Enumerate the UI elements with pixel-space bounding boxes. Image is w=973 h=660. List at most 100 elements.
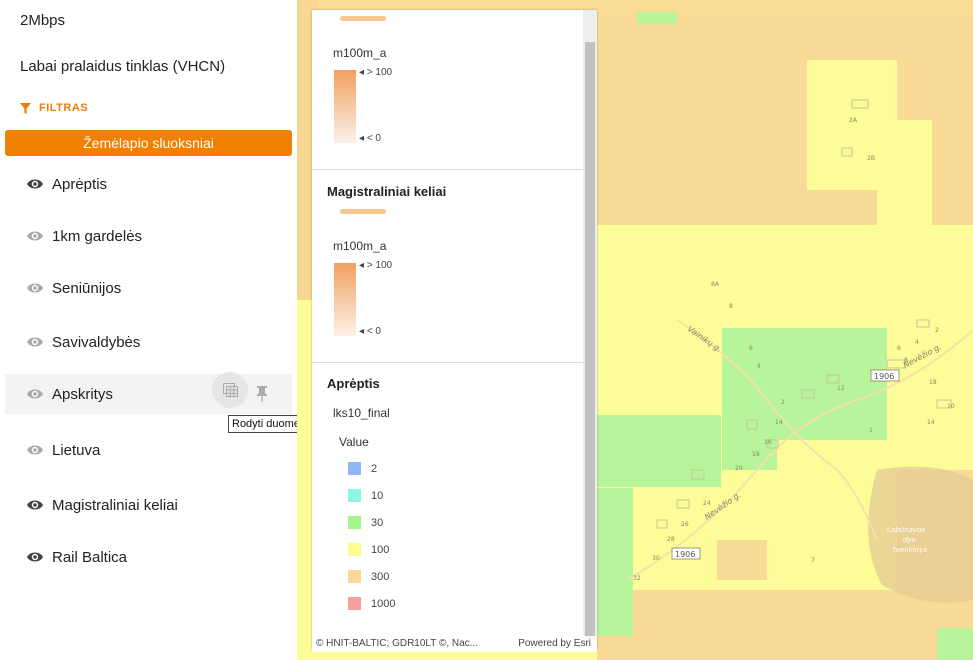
filter-toggle[interactable]: FILTRAS [20, 102, 88, 114]
house-number-label: 16 [764, 439, 772, 446]
eye-hidden-icon[interactable] [26, 444, 44, 456]
legend-value-label: Value [339, 435, 369, 449]
house-number-label: 18 [929, 379, 937, 386]
legend-min-value: < 0 [366, 133, 381, 144]
legend-scrollbar[interactable] [583, 10, 597, 650]
attribution-text[interactable]: © HNIT-BALTIC; GDR10LT ©, Nac... [316, 638, 478, 649]
layer-label: Rail Baltica [52, 548, 128, 566]
house-number-label: 4 [757, 363, 761, 370]
layer-row-seniunijos[interactable]: Seniūnijos [5, 268, 292, 308]
layer-row-rail-baltica[interactable]: Rail Baltica [5, 537, 292, 577]
layer-label: Apskritys [52, 385, 113, 403]
layer-label: Magistraliniai keliai [52, 496, 178, 514]
legend-section-title: Aprėptis [327, 376, 380, 391]
legend-swatch-label: 2 [371, 463, 378, 475]
house-number-label: 10 [947, 403, 955, 410]
house-number-label: 1 [869, 427, 873, 434]
eye-hidden-icon[interactable] [26, 336, 44, 348]
legend-swatch [348, 570, 361, 583]
speed-item-2mbps[interactable]: 2Mbps [20, 12, 65, 29]
scrollbar-thumb[interactable] [585, 42, 595, 642]
house-number-label: 14 [775, 419, 783, 426]
pond [868, 466, 973, 603]
house-number-label: 24 [703, 500, 711, 507]
legend-max-label: ◂ > 100 [359, 260, 393, 271]
layer-row-1km-gardeles[interactable]: 1km gardelės [5, 216, 292, 256]
legend-max-label: ◂ > 100 [359, 67, 393, 78]
pond-name-line: Labūnavos [887, 526, 925, 534]
house-number-label: 2 [781, 399, 785, 406]
house-number-label: 6 [749, 345, 753, 352]
layer-row-lietuva[interactable]: Lietuva [5, 430, 292, 470]
house-number-label: 18 [752, 451, 760, 458]
house-number-label: 8 [729, 303, 733, 310]
house-number-label: 28 [667, 536, 675, 543]
legend-min-value: < 0 [366, 326, 381, 337]
legend-color-ramp [334, 70, 356, 143]
legend-swatch [348, 516, 361, 529]
house-number-label: 26 [681, 521, 689, 528]
house-number-label: 8A [711, 281, 720, 288]
funnel-icon [20, 102, 31, 114]
layer-label: Lietuva [52, 441, 101, 459]
map-zone-green [937, 628, 973, 660]
layer-row-apskritys[interactable]: Apskritys [5, 372, 292, 414]
house-number-label: 14 [927, 419, 935, 426]
legend-swatch [348, 462, 361, 475]
eye-hidden-icon[interactable] [26, 388, 44, 400]
legend-layer-label: lks10_final [333, 406, 390, 420]
layer-sidebar: 2Mbps Labai pralaidus tinklas (VHCN) FIL… [0, 0, 318, 660]
house-number-label: 30 [652, 555, 660, 562]
legend-swatch-label: 300 [371, 571, 390, 583]
legend-min-label: ◂ < 0 [359, 133, 381, 144]
legend-panel: m100m_a ◂ > 100 ◂ < 0 Magistraliniai kel… [312, 10, 597, 650]
map-attribution: © HNIT-BALTIC; GDR10LT ©, Nac... Powered… [312, 636, 597, 652]
legend-divider [312, 362, 583, 363]
legend-swatch-label: 30 [371, 517, 384, 529]
layer-row-magistraliniai-keliai[interactable]: Magistraliniai keliai [5, 485, 292, 525]
pond-name-line: dyv. [903, 536, 917, 544]
road-number: 1906 [675, 550, 695, 559]
house-number-label: 2B [867, 155, 875, 162]
map-layers-header[interactable]: Žemėlapio sluoksniai [5, 130, 292, 156]
speed-item-vhcn[interactable]: Labai pralaidus tinklas (VHCN) [20, 58, 225, 75]
filter-label: FILTRAS [39, 102, 89, 114]
eye-visible-icon[interactable] [26, 551, 44, 563]
legend-swatch-label: 100 [371, 544, 390, 556]
layer-label: 1km gardelės [52, 227, 143, 245]
powered-by-esri[interactable]: Powered by Esri [518, 638, 591, 649]
legend-min-label: ◂ < 0 [359, 326, 381, 337]
house-number-label: 32 [633, 575, 641, 582]
house-number-label: 20 [735, 465, 743, 472]
legend-max-value: > 100 [366, 260, 393, 271]
show-data-button[interactable] [212, 372, 248, 408]
legend-swatch [348, 489, 361, 502]
legend-swatch [348, 543, 361, 556]
table-icon [222, 383, 238, 397]
legend-swatch [348, 597, 361, 610]
map-zone-green [597, 488, 633, 636]
map-zone-green [597, 415, 721, 487]
house-number-label: 6 [897, 345, 901, 352]
legend-line-symbol [340, 209, 386, 214]
layer-row-savivaldybes[interactable]: Savivaldybės [5, 322, 292, 362]
legend-field-label: m100m_a [333, 46, 387, 60]
legend-color-ramp [334, 263, 356, 336]
legend-swatch-label: 1000 [371, 598, 396, 610]
layer-label: Seniūnijos [52, 279, 122, 297]
legend-max-value: > 100 [366, 67, 393, 78]
map-zone-green [637, 12, 677, 24]
house-number-label: 12 [837, 385, 845, 392]
legend-swatch-label: 10 [371, 490, 384, 502]
legend-line-symbol [340, 16, 386, 21]
eye-visible-icon[interactable] [26, 499, 44, 511]
house-number-label: 7 [811, 557, 815, 564]
legend-divider [312, 169, 583, 170]
eye-hidden-icon[interactable] [26, 282, 44, 294]
pin-icon[interactable] [256, 386, 268, 402]
eye-hidden-icon[interactable] [26, 230, 44, 242]
layer-tools [212, 372, 268, 408]
house-number-label: 2A [849, 117, 858, 124]
eye-visible-icon[interactable] [26, 178, 44, 190]
layer-row-apreptis[interactable]: Aprėptis [5, 164, 292, 204]
